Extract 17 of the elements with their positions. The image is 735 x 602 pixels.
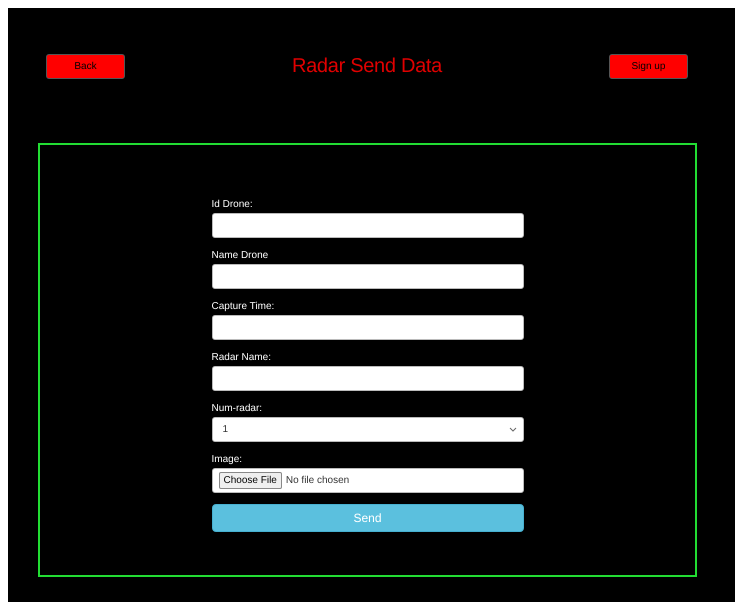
field-label: Id Drone: — [212, 198, 253, 212]
select-field[interactable]: 1 — [212, 417, 524, 442]
text-field[interactable] — [212, 264, 524, 289]
field-label: Capture Time: — [212, 300, 274, 314]
text-field[interactable] — [212, 315, 524, 340]
text-field[interactable] — [212, 213, 524, 238]
back-button[interactable]: Back — [46, 54, 125, 78]
text-field[interactable] — [212, 366, 524, 391]
field-label: Image: — [212, 453, 242, 467]
choose-file-button[interactable]: Choose File — [218, 472, 282, 489]
signup-button[interactable]: Sign up — [608, 54, 688, 78]
page-title: Radar Send Data — [292, 54, 442, 78]
field-label: Name Drone — [212, 249, 268, 263]
file-status: No file chosen — [286, 475, 350, 486]
field-label: Num-radar: — [212, 402, 262, 416]
field-label: Radar Name: — [212, 351, 271, 365]
chevron-down-icon — [508, 427, 516, 432]
